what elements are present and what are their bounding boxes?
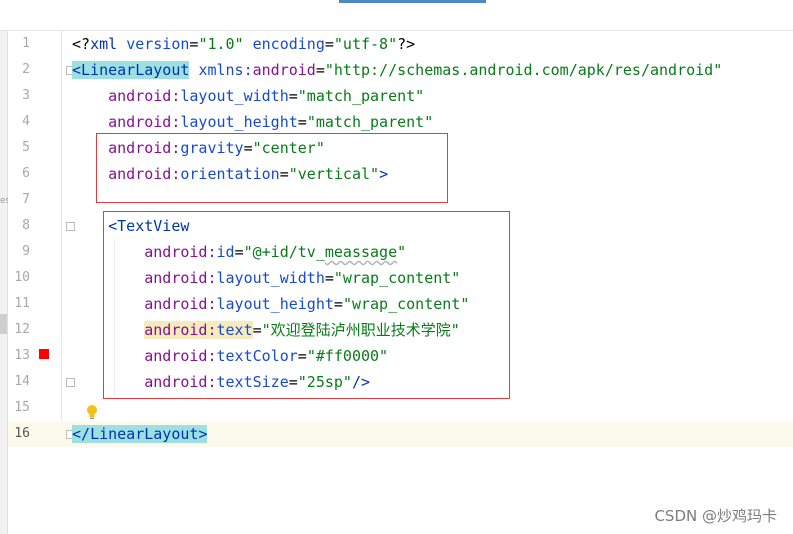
line-number: 1 (22, 36, 30, 51)
line-number: 7 (22, 192, 30, 207)
highlight-box-gravity-orientation (96, 133, 448, 203)
line-number: 3 (22, 88, 30, 103)
line-number: 12 (14, 322, 30, 337)
code-line: <?xml version="1.0" encoding="utf-8"?> (72, 35, 416, 53)
editor-tab-bar (0, 0, 793, 31)
line-number: 2 (22, 62, 30, 77)
breakpoint-icon[interactable] (39, 349, 49, 359)
line-number: 6 (22, 166, 30, 181)
left-tool-strip: es (0, 31, 10, 534)
lightbulb-icon[interactable] (86, 404, 98, 420)
code-line: <LinearLayout xmlns:android="http://sche… (72, 61, 723, 79)
line-number: 13 (14, 348, 30, 363)
watermark: CSDN @炒鸡玛卡 (654, 507, 777, 525)
line-number: 4 (22, 114, 30, 129)
left-strip-marker[interactable] (0, 314, 7, 334)
line-number: 9 (22, 244, 30, 259)
highlight-box-textview (103, 211, 510, 399)
line-number: 14 (14, 374, 30, 389)
code-line: </LinearLayout> (72, 425, 208, 443)
line-number: 11 (14, 296, 30, 311)
active-tab-indicator[interactable] (339, 0, 486, 3)
line-number: 15 (14, 400, 30, 415)
code-line: android:layout_height="match_parent" (108, 113, 434, 131)
line-number: 5 (22, 140, 30, 155)
line-number: 8 (22, 218, 30, 233)
line-number: 16 (14, 426, 30, 441)
line-number: 10 (14, 270, 30, 285)
code-line: android:layout_width="match_parent" (108, 87, 425, 105)
